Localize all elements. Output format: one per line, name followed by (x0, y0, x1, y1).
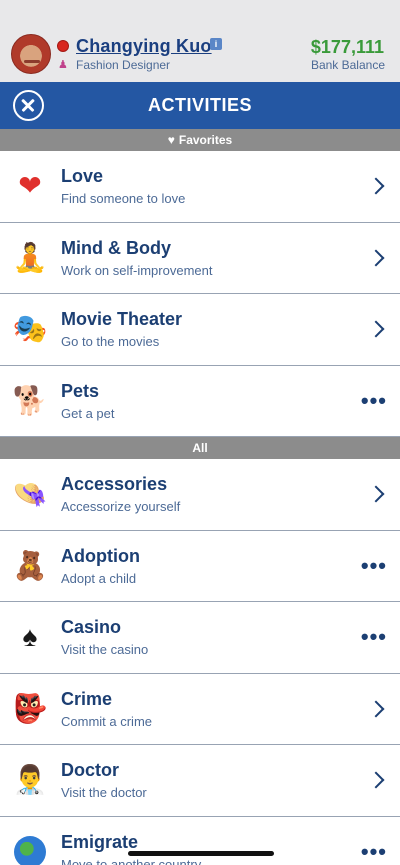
activity-row-casino[interactable]: ♠ Casino Visit the casino ••• (0, 602, 400, 674)
section-all-label: All (192, 441, 208, 455)
chevron-right-icon[interactable] (367, 771, 385, 789)
home-indicator[interactable] (128, 851, 274, 856)
activity-row-love[interactable]: ❤ Love Find someone to love (0, 151, 400, 223)
activity-label: Mind & Body (61, 237, 171, 258)
activity-row-movie-theater[interactable]: 🎭 Movie Theater Go to the movies (0, 294, 400, 366)
spade-icon: ♠ (22, 621, 38, 653)
theater-masks-icon: 🎭 (12, 313, 48, 345)
activity-label: Accessories (61, 474, 168, 494)
chevron-right-icon[interactable] (367, 700, 385, 718)
activity-label: Movie Theater (61, 309, 183, 329)
activity-label: Adoption (61, 545, 140, 566)
activity-label: Crime (61, 688, 113, 709)
chevron-right-icon[interactable] (367, 485, 385, 503)
activity-label: Pets (61, 380, 100, 401)
activity-sub: Get a pet (61, 405, 115, 421)
activity-sub: Move to another country (61, 856, 202, 865)
heart-icon: ❤ (18, 170, 42, 202)
activity-label: Casino (61, 617, 122, 637)
activity-label: Love (61, 166, 104, 186)
chevron-right-icon[interactable] (367, 177, 385, 195)
meditation-icon: 🧘 (12, 241, 48, 273)
activity-sub: Adopt a child (61, 570, 137, 586)
more-options-icon[interactable]: ••• (361, 624, 387, 650)
section-all: All (0, 437, 400, 459)
activity-row-doctor[interactable]: 👨‍⚕️ Doctor Visit the doctor (0, 745, 400, 817)
dog-icon: 🐕 (12, 384, 48, 416)
activity-label: Doctor (61, 760, 119, 780)
bank-balance: $177,111 (310, 37, 384, 57)
avatar[interactable] (11, 34, 51, 74)
character-name[interactable]: Changying Kuo (76, 36, 212, 57)
activity-sub: Work on self-improvement (61, 262, 213, 278)
profile-header: Changying Kuo i ♟ Fashion Designer $177,… (0, 0, 400, 82)
country-flag-icon (57, 40, 69, 52)
activity-sub: Go to the movies (61, 334, 160, 349)
job-title: Fashion Designer (76, 58, 171, 72)
activity-sub: Visit the casino (61, 642, 149, 657)
doctor-icon: 👨‍⚕️ (12, 764, 48, 796)
chevron-right-icon[interactable] (367, 320, 385, 338)
bank-balance-label: Bank Balance (310, 58, 385, 72)
activity-row-pets[interactable]: 🐕 Pets Get a pet ••• (0, 365, 400, 437)
activity-row-emigrate[interactable]: Emigrate Move to another country ••• (0, 816, 400, 865)
activity-row-accessories[interactable]: 👒 Accessories Accessorize yourself (0, 459, 400, 531)
activities-titlebar: ACTIVITIES (0, 82, 400, 129)
activity-sub: Accessorize yourself (61, 499, 181, 514)
section-favorites-label: Favorites (178, 133, 233, 147)
activity-row-crime[interactable]: 👺 Crime Commit a crime (0, 673, 400, 745)
section-favorites: ♥ Favorites (0, 129, 400, 151)
chevron-right-icon[interactable] (367, 249, 385, 267)
activity-label: Emigrate (61, 831, 139, 852)
activity-row-mind-body[interactable]: 🧘 Mind & Body Work on self-improvement (0, 222, 400, 294)
activity-sub: Visit the doctor (61, 785, 147, 800)
activity-sub: Find someone to love (61, 191, 186, 206)
page-title: ACTIVITIES (147, 95, 252, 115)
more-options-icon[interactable]: ••• (361, 553, 387, 579)
globe-icon (14, 835, 46, 865)
more-options-icon[interactable]: ••• (361, 388, 387, 414)
hat-icon: 👒 (12, 478, 48, 510)
info-icon[interactable]: i (210, 38, 222, 50)
job-icon: ♟ (58, 59, 68, 71)
demon-mask-icon: 👺 (12, 692, 48, 724)
more-options-icon[interactable]: ••• (361, 839, 387, 865)
activity-sub: Commit a crime (61, 713, 153, 729)
activity-row-adoption[interactable]: 🧸 Adoption Adopt a child ••• (0, 530, 400, 602)
heart-icon: ♥ (167, 133, 175, 147)
teddy-bear-icon: 🧸 (12, 549, 48, 581)
